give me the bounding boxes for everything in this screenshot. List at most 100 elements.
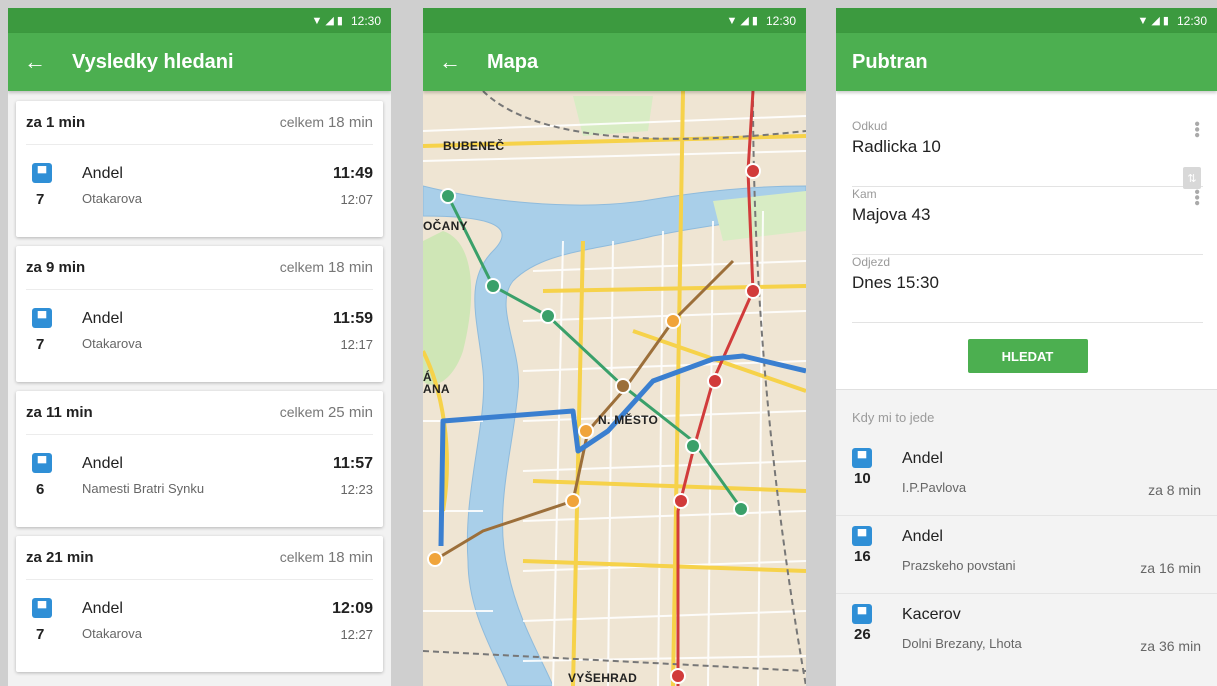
results-screen: ▼ ◢ ▮ 12:30 ← Vysledky hledani za 1 min … [8, 8, 391, 686]
status-bar: ▼ ◢ ▮ 12:30 [423, 8, 806, 33]
result-card[interactable]: za 11 min celkem 25 min ▀ 6 Andel Namesti … [16, 391, 383, 527]
direction: Dolni Brezany, Lhota [902, 636, 1022, 651]
arrival-time: 12:17 [340, 337, 373, 352]
park [573, 96, 653, 136]
map-canvas[interactable] [423, 91, 806, 686]
bus-icon: ▀ [32, 453, 52, 473]
to-value[interactable]: Majova 43 [852, 205, 1203, 225]
to-stop: Otakarova [82, 626, 142, 641]
result-card[interactable]: za 9 min celkem 18 min ▀ 7 Andel Otakarova… [16, 246, 383, 382]
search-button[interactable]: HLEDAT [967, 339, 1088, 373]
eta: za 16 min [1140, 560, 1201, 576]
map-label-mala-strana: Á ANA [423, 370, 450, 396]
status-icons: ▼ ◢ ▮ [726, 15, 758, 27]
departure-in: za 21 min [26, 549, 94, 566]
departure-time: 11:59 [332, 310, 373, 327]
app-bar: Pubtran [836, 33, 1217, 91]
map-label-bubenec: BUBENEČ [443, 139, 505, 153]
to-stop: Namesti Bratri Synku [82, 481, 205, 496]
map-screen: ▼ ◢ ▮ 12:30 ← Mapa BUBENEČ OČANY Á ANA N… [423, 8, 806, 686]
line-number: 7 [36, 626, 45, 643]
bus-icon: ▀ [852, 526, 872, 546]
status-time: 12:30 [350, 13, 381, 28]
departure-time-field[interactable]: Odjezd Dnes 15:30 [852, 255, 1203, 323]
bus-icon: ▀ [852, 604, 872, 624]
eta: za 8 min [1148, 482, 1201, 498]
app-title: Pubtran [852, 50, 928, 73]
app-bar: ← Mapa [423, 33, 806, 91]
from-stop: Andel [82, 455, 123, 472]
back-arrow-icon[interactable]: ← [8, 33, 62, 91]
total-duration: celkem 18 min [279, 114, 373, 131]
map-label-holesovice: OČANY [423, 219, 468, 233]
bus-icon: ▀ [32, 598, 52, 618]
line-number: 26 [854, 626, 871, 643]
direction: I.P.Pavlova [902, 480, 967, 495]
back-arrow-icon[interactable]: ← [423, 33, 477, 91]
search-form: Odkud Radlicka 10 ••• Kam Majova 43 ••• … [836, 91, 1217, 389]
from-value[interactable]: Radlicka 10 [852, 137, 1203, 157]
departures-section: Kdy mi to jede ▀ 10 Andel I.P.Pavlova za 8… [836, 389, 1217, 686]
line-number: 7 [36, 336, 45, 353]
departure-in: za 11 min [26, 404, 93, 421]
route-map[interactable]: BUBENEČ OČANY Á ANA N. MĚSTO VYŠEHRAD [423, 91, 806, 686]
bus-icon: ▀ [32, 163, 52, 183]
to-label: Kam [852, 187, 877, 201]
stop-name: Kacerov [902, 606, 961, 623]
line-number: 6 [36, 481, 45, 498]
more-options-icon[interactable]: ••• [1188, 189, 1205, 206]
to-field[interactable]: Kam Majova 43 ••• [852, 187, 1205, 255]
from-stop: Andel [82, 600, 123, 617]
departure-time: 12:09 [332, 600, 373, 617]
status-bar: ▼ ◢ ▮ 12:30 [8, 8, 391, 33]
from-stop: Andel [82, 310, 123, 327]
result-card[interactable]: za 1 min celkem 18 min ▀ 7 Andel Otakarova… [16, 101, 383, 237]
park [423, 231, 472, 385]
line-number: 16 [854, 548, 871, 565]
from-stop: Andel [82, 165, 123, 182]
status-icons: ▼ ◢ ▮ [1137, 15, 1169, 27]
page-title: Vysledky hledani [72, 50, 234, 73]
page-title: Mapa [487, 50, 539, 73]
status-icons: ▼ ◢ ▮ [311, 15, 343, 27]
arrival-time: 12:23 [340, 482, 373, 497]
results-list: za 1 min celkem 18 min ▀ 7 Andel Otakarova… [8, 91, 391, 672]
departures-title: Kdy mi to jede [852, 410, 935, 425]
total-duration: celkem 25 min [279, 404, 373, 421]
search-screen: ▼ ◢ ▮ 12:30 Pubtran Odkud Radlicka 10 ••… [836, 8, 1217, 686]
departure-time: 11:57 [332, 455, 373, 472]
arrival-time: 12:07 [340, 192, 373, 207]
total-duration: celkem 18 min [279, 259, 373, 276]
status-bar: ▼ ◢ ▮ 12:30 [836, 8, 1217, 33]
line-number: 10 [854, 470, 871, 487]
app-bar: ← Vysledky hledani [8, 33, 391, 91]
map-label-nove-mesto: N. MĚSTO [598, 413, 659, 427]
departure-item[interactable]: ▀ 26 Kacerov Dolni Brezany, Lhota za 36 mi… [836, 594, 1217, 672]
swap-icon[interactable]: ⇅ [1183, 167, 1201, 189]
eta: za 36 min [1140, 638, 1201, 654]
to-stop: Otakarova [82, 191, 142, 206]
direction: Prazskeho povstani [902, 558, 1016, 573]
bus-icon: ▀ [32, 308, 52, 328]
departure-time: 11:49 [332, 165, 373, 182]
bus-icon: ▀ [852, 448, 872, 468]
departure-in: za 9 min [26, 259, 86, 276]
status-time: 12:30 [1176, 13, 1207, 28]
total-duration: celkem 18 min [279, 549, 373, 566]
to-stop: Otakarova [82, 336, 142, 351]
from-field[interactable]: Odkud Radlicka 10 ••• [852, 119, 1205, 187]
line-number: 7 [36, 191, 45, 208]
departure-item[interactable]: ▀ 10 Andel I.P.Pavlova za 8 min [836, 438, 1217, 516]
map-label-vysehrad: VYŠEHRAD [568, 671, 638, 685]
result-card[interactable]: za 21 min celkem 18 min ▀ 7 Andel Otakarov… [16, 536, 383, 672]
from-label: Odkud [852, 119, 888, 133]
status-time: 12:30 [765, 13, 796, 28]
stop-name: Andel [902, 450, 943, 467]
departure-in: za 1 min [26, 114, 86, 131]
arrival-time: 12:27 [340, 627, 373, 642]
stop-name: Andel [902, 528, 943, 545]
departure-time-label: Odjezd [852, 255, 891, 269]
departure-time-value[interactable]: Dnes 15:30 [852, 273, 1203, 293]
more-options-icon[interactable]: ••• [1188, 121, 1205, 138]
departure-item[interactable]: ▀ 16 Andel Prazskeho povstani za 16 min [836, 516, 1217, 594]
